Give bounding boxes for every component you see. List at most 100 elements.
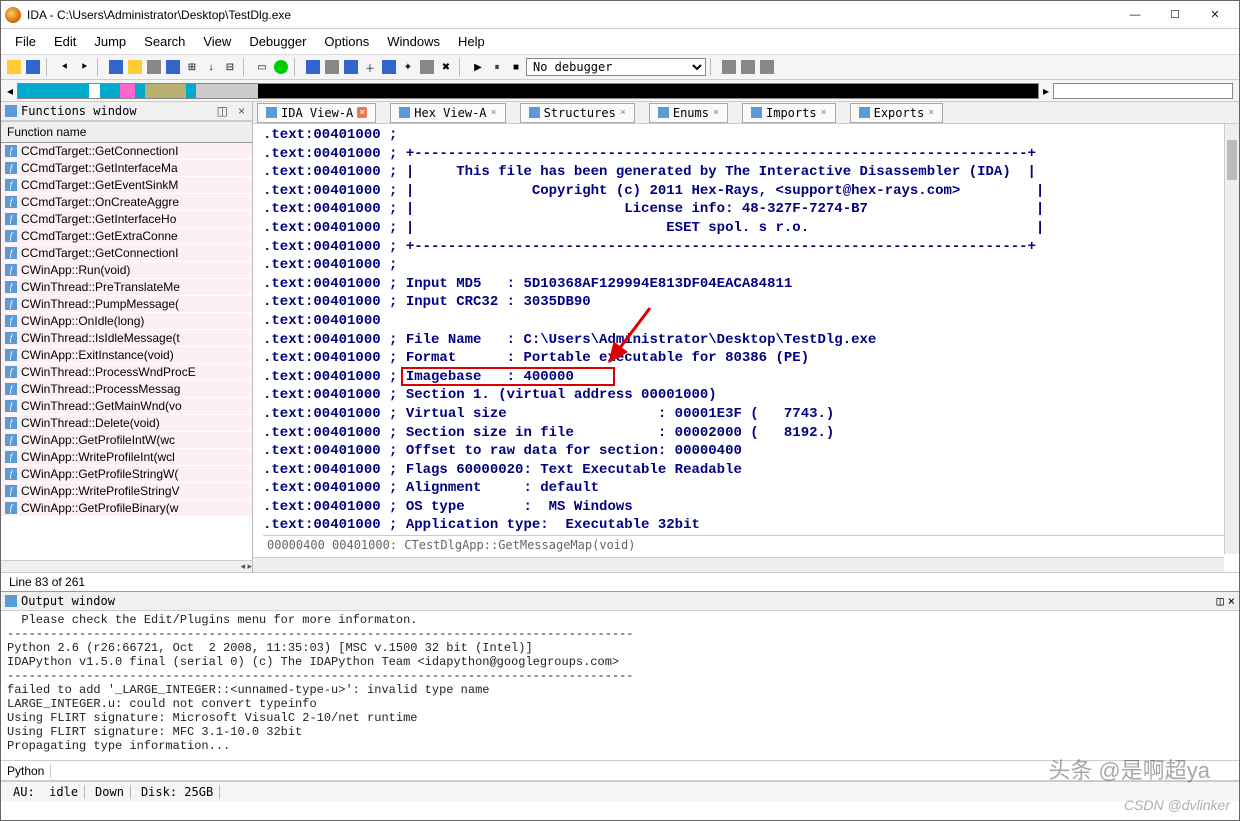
play-icon[interactable]: ▶: [469, 58, 487, 76]
delete-icon[interactable]: ✖: [437, 58, 455, 76]
functions-scroll-hint: ◂ ▸: [1, 560, 252, 572]
nav-left-icon[interactable]: ◂: [7, 84, 13, 98]
toolbar-icon[interactable]: [739, 58, 757, 76]
tab-hex-view-a[interactable]: Hex View-A×: [390, 103, 505, 123]
menu-windows[interactable]: Windows: [379, 31, 448, 52]
functions-panel-title: Functions window: [21, 104, 210, 118]
tab-close-icon[interactable]: ×: [620, 107, 626, 118]
forward-icon[interactable]: ⯈: [75, 58, 93, 76]
function-list-item[interactable]: fCWinThread::PumpMessage(: [1, 296, 252, 313]
star-icon[interactable]: ✦: [399, 58, 417, 76]
function-name: CWinApp::GetProfileStringW(: [21, 467, 178, 481]
menu-search[interactable]: Search: [136, 31, 193, 52]
close-button[interactable]: ✕: [1195, 3, 1235, 27]
toolbar-icon[interactable]: ⊞: [183, 58, 201, 76]
tab-close-icon[interactable]: ×: [491, 107, 497, 118]
function-list-item[interactable]: fCWinThread::PreTranslateMe: [1, 279, 252, 296]
menu-debugger[interactable]: Debugger: [241, 31, 314, 52]
menu-view[interactable]: View: [195, 31, 239, 52]
disasm-line: .text:00401000 ; Offset to raw data for …: [263, 442, 1239, 461]
output-view[interactable]: Please check the Edit/Plugins menu for m…: [1, 611, 1239, 761]
pause-icon[interactable]: ⏸: [488, 58, 506, 76]
back-icon[interactable]: ⯇: [56, 58, 74, 76]
toolbar-icon[interactable]: [107, 58, 125, 76]
function-list-item[interactable]: fCWinApp::Run(void): [1, 262, 252, 279]
save-icon[interactable]: [24, 58, 42, 76]
maximize-button[interactable]: ☐: [1155, 3, 1195, 27]
toolbar-icon[interactable]: [758, 58, 776, 76]
menu-edit[interactable]: Edit: [46, 31, 84, 52]
tab-label: Structures: [544, 106, 616, 120]
function-list-item[interactable]: fCWinThread::ProcessMessag: [1, 381, 252, 398]
tab-close-icon[interactable]: ×: [713, 107, 719, 118]
tab-close-icon[interactable]: ×: [357, 107, 367, 118]
tab-close-icon[interactable]: ×: [821, 107, 827, 118]
function-icon: f: [5, 145, 17, 157]
minimize-button[interactable]: —: [1115, 3, 1155, 27]
function-list-item[interactable]: fCWinThread::IsIdleMessage(t: [1, 330, 252, 347]
plus-icon[interactable]: ＋: [361, 58, 379, 76]
function-list-item[interactable]: fCCmdTarget::GetConnectionI: [1, 245, 252, 262]
function-list-item[interactable]: fCWinApp::GetProfileStringW(: [1, 466, 252, 483]
function-list-item[interactable]: fCWinApp::GetProfileIntW(wc: [1, 432, 252, 449]
function-list-item[interactable]: fCWinApp::WriteProfileStringV: [1, 483, 252, 500]
down-icon[interactable]: ↓: [202, 58, 220, 76]
debugger-select[interactable]: No debugger: [526, 58, 706, 76]
function-list-item[interactable]: fCCmdTarget::GetConnectionI: [1, 143, 252, 160]
undock-button[interactable]: ◫: [214, 104, 231, 118]
function-list-item[interactable]: fCWinThread::ProcessWndProcE: [1, 364, 252, 381]
tab-enums[interactable]: Enums×: [649, 103, 728, 123]
tab-exports[interactable]: Exports×: [850, 103, 944, 123]
toolbar-icon[interactable]: ⊟: [221, 58, 239, 76]
toolbar-icon[interactable]: ▭: [253, 58, 271, 76]
function-list-item[interactable]: fCWinApp::OnIdle(long): [1, 313, 252, 330]
function-list-item[interactable]: fCWinThread::GetMainWnd(vo: [1, 398, 252, 415]
function-icon: f: [5, 451, 17, 463]
function-list-item[interactable]: fCCmdTarget::GetEventSinkM: [1, 177, 252, 194]
toolbar-icon[interactable]: [418, 58, 436, 76]
function-name: CCmdTarget::GetExtraConne: [21, 229, 178, 243]
menu-file[interactable]: File: [7, 31, 44, 52]
vertical-scrollbar[interactable]: [1224, 124, 1239, 554]
nav-overview[interactable]: [17, 83, 1039, 99]
tab-imports[interactable]: Imports×: [742, 103, 836, 123]
undock-button[interactable]: ◫: [1217, 594, 1224, 608]
tab-ida-view-a[interactable]: IDA View-A ×: [257, 103, 376, 123]
python-input[interactable]: [51, 762, 1239, 780]
open-icon[interactable]: [5, 58, 23, 76]
function-list-item[interactable]: fCWinApp::ExitInstance(void): [1, 347, 252, 364]
close-panel-button[interactable]: ×: [1228, 594, 1235, 608]
close-panel-button[interactable]: ×: [235, 104, 248, 118]
toolbar-icon[interactable]: [272, 58, 290, 76]
horizontal-scrollbar[interactable]: [253, 557, 1224, 572]
toolbar-icon[interactable]: [342, 58, 360, 76]
tab-close-icon[interactable]: ×: [928, 107, 934, 118]
menu-jump[interactable]: Jump: [86, 31, 134, 52]
menu-options[interactable]: Options: [316, 31, 377, 52]
toolbar-icon[interactable]: [126, 58, 144, 76]
toolbar-icon[interactable]: [145, 58, 163, 76]
tab-structures[interactable]: Structures ×: [520, 103, 635, 123]
toolbar-icon[interactable]: [304, 58, 322, 76]
functions-list[interactable]: fCCmdTarget::GetConnectionIfCCmdTarget::…: [1, 143, 252, 558]
toolbar-icon[interactable]: [720, 58, 738, 76]
function-list-item[interactable]: fCWinThread::Delete(void): [1, 415, 252, 432]
stop-icon[interactable]: ■: [507, 58, 525, 76]
functions-column-header[interactable]: Function name: [1, 121, 252, 143]
tab-label: IDA View-A: [281, 106, 353, 120]
menu-help[interactable]: Help: [450, 31, 493, 52]
function-list-item[interactable]: fCWinApp::GetProfileBinary(w: [1, 500, 252, 517]
toolbar-icon[interactable]: [380, 58, 398, 76]
tab-icon: [266, 107, 277, 118]
function-list-item[interactable]: fCWinApp::WriteProfileInt(wcl: [1, 449, 252, 466]
function-list-item[interactable]: fCCmdTarget::OnCreateAggre: [1, 194, 252, 211]
disassembly-view[interactable]: .text:00401000 ;.text:00401000 ; +------…: [253, 124, 1239, 572]
toolbar-icon[interactable]: [164, 58, 182, 76]
nav-right-icon[interactable]: ▸: [1043, 84, 1049, 98]
function-list-item[interactable]: fCCmdTarget::GetInterfaceMa: [1, 160, 252, 177]
nav-address-input[interactable]: [1053, 83, 1233, 99]
function-list-item[interactable]: fCCmdTarget::GetExtraConne: [1, 228, 252, 245]
function-list-item[interactable]: fCCmdTarget::GetInterfaceHo: [1, 211, 252, 228]
functions-panel: Functions window ◫ × Function name fCCmd…: [1, 102, 253, 572]
toolbar-icon[interactable]: [323, 58, 341, 76]
